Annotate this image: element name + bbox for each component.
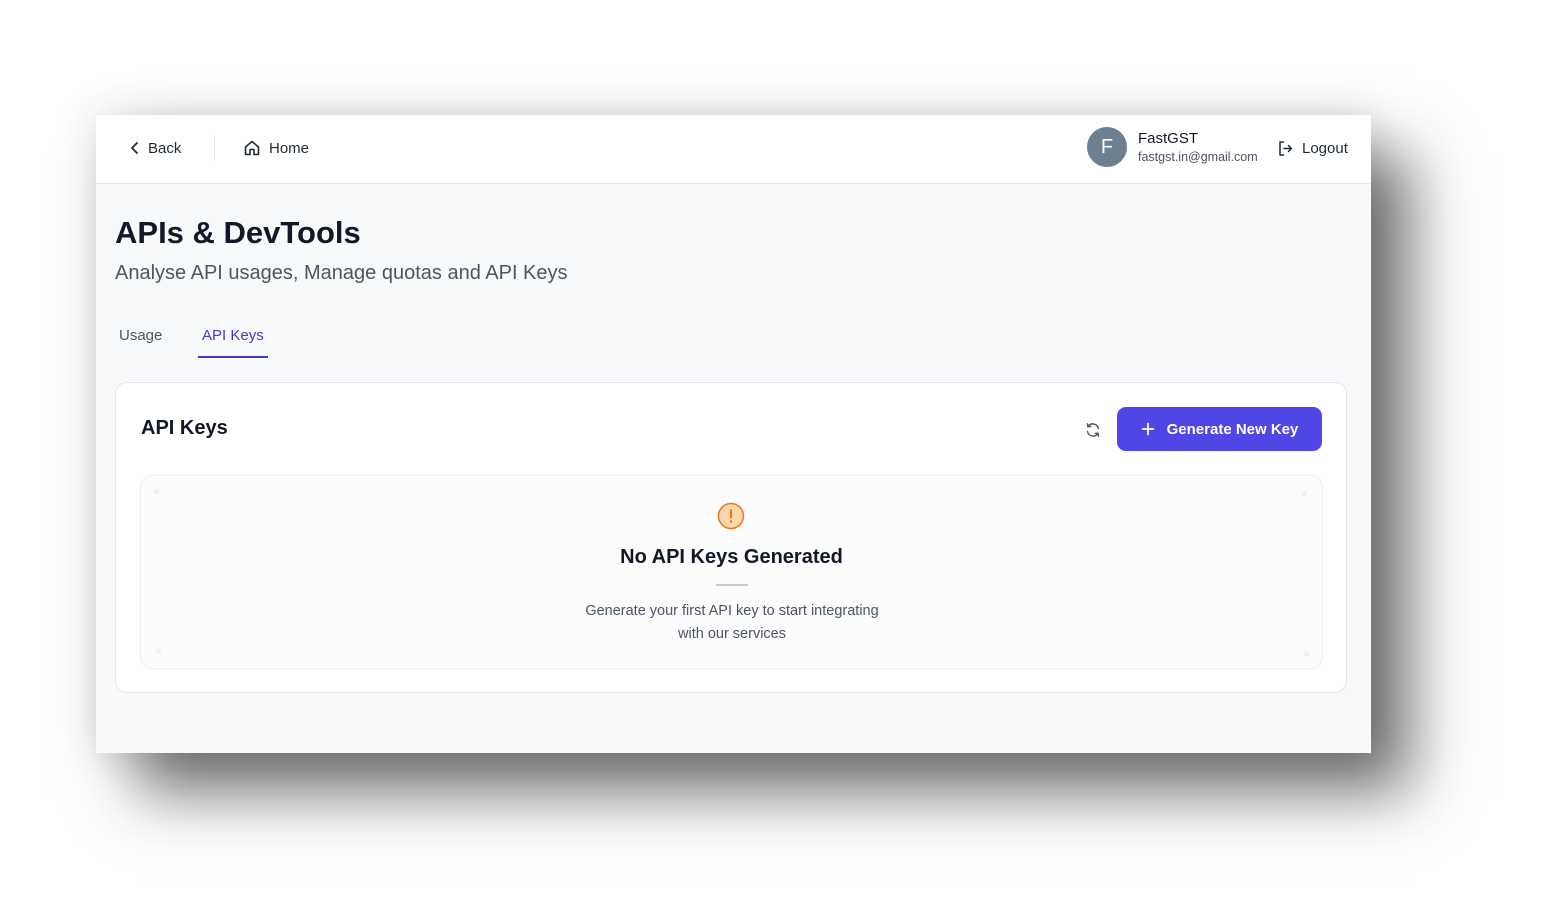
tab-api-keys[interactable]: API Keys xyxy=(198,327,268,358)
generate-new-key-button[interactable]: Generate New Key xyxy=(1117,407,1322,451)
home-button[interactable]: Home xyxy=(243,135,309,161)
nav-divider xyxy=(214,135,215,161)
logout-button-label: Logout xyxy=(1302,139,1348,157)
page-subtitle: Analyse API usages, Manage quotas and AP… xyxy=(115,262,568,284)
logout-icon xyxy=(1279,140,1293,156)
chevron-left-icon xyxy=(131,142,138,154)
generate-new-key-label: Generate New Key xyxy=(1166,420,1299,438)
page-title: APIs & DevTools xyxy=(115,215,361,250)
decorative-dot xyxy=(156,648,161,653)
tab-usage[interactable]: Usage xyxy=(115,327,166,357)
decorative-dot xyxy=(1302,491,1307,496)
back-button-label: Back xyxy=(148,139,182,157)
api-keys-card: API Keys Generate New Key No API Keys Ge… xyxy=(115,382,1347,693)
logout-button[interactable]: Logout xyxy=(1277,135,1348,161)
home-button-label: Home xyxy=(269,139,310,157)
app-window: Back Home F FastGST fastgst.in@gmail.com… xyxy=(96,115,1371,753)
plus-icon xyxy=(1141,422,1155,436)
decorative-dot xyxy=(154,489,159,494)
empty-state: No API Keys Generated Generate your firs… xyxy=(140,475,1323,669)
empty-state-divider xyxy=(716,584,748,586)
card-title: API Keys xyxy=(141,417,228,439)
avatar-initial: F xyxy=(1100,135,1114,158)
empty-state-description: Generate your first API key to start int… xyxy=(585,603,879,642)
refresh-icon xyxy=(1086,423,1100,437)
top-navigation-bar: Back Home F FastGST fastgst.in@gmail.com… xyxy=(96,115,1371,184)
user-name: FastGST xyxy=(1138,130,1199,147)
home-icon xyxy=(244,140,260,156)
back-button[interactable]: Back xyxy=(130,135,181,161)
warning-icon xyxy=(717,502,745,530)
decorative-dot xyxy=(1304,652,1309,657)
empty-state-title: No API Keys Generated xyxy=(620,546,843,568)
refresh-button[interactable] xyxy=(1080,417,1106,443)
avatar[interactable]: F xyxy=(1087,127,1127,167)
user-email: fastgst.in@gmail.com xyxy=(1138,150,1258,164)
